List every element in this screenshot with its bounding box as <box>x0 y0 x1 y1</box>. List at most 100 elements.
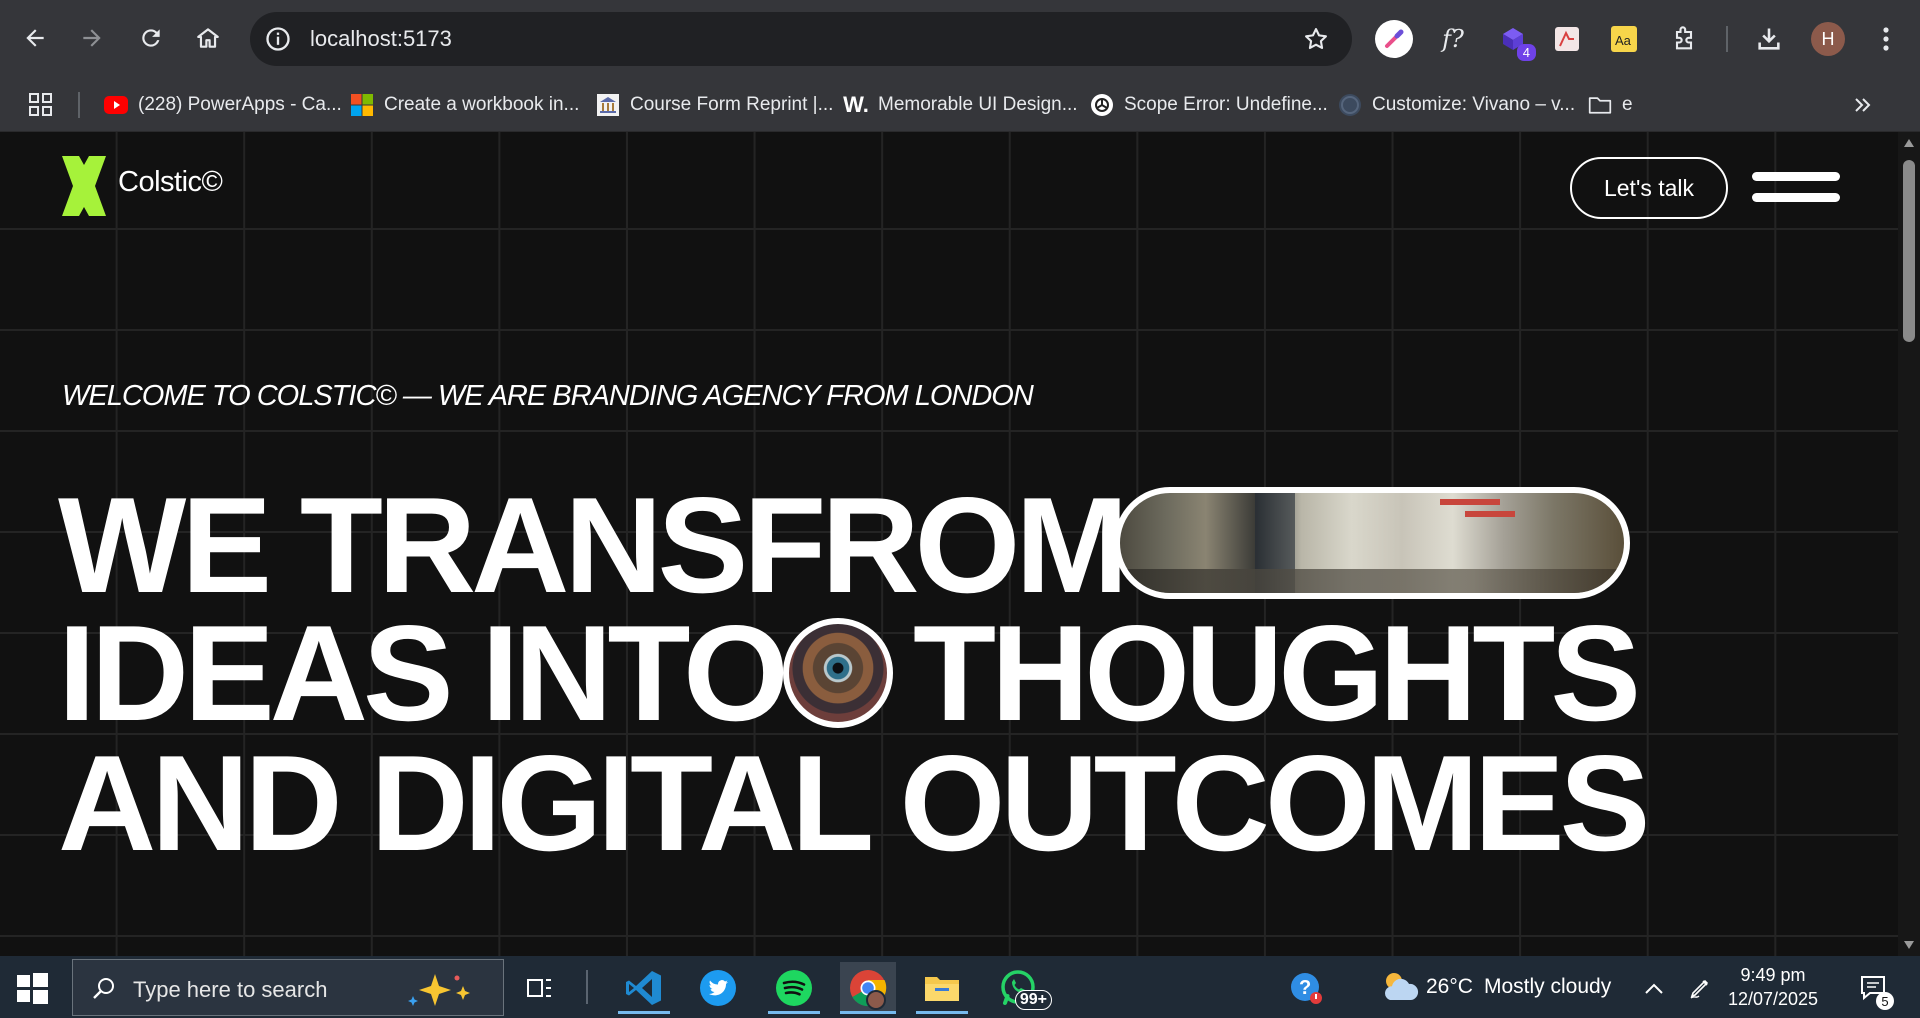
home-button[interactable] <box>190 20 226 56</box>
file-explorer-taskbar-button[interactable] <box>914 962 970 1014</box>
forward-button[interactable] <box>74 20 110 56</box>
hero-line-2a: IDEAS INTO <box>58 597 789 749</box>
task-view-button[interactable] <box>512 962 568 1014</box>
vscode-icon <box>626 971 661 1005</box>
hero-line-2b: THOUGHTS <box>913 597 1641 749</box>
bookmark-workbook[interactable]: Create a workbook in... <box>350 78 579 132</box>
chrome-taskbar-button[interactable] <box>840 962 896 1014</box>
profile-button[interactable]: H <box>1808 19 1848 59</box>
bookmark-label: Scope Error: Undefine... <box>1124 94 1328 115</box>
bookmark-scope-error[interactable]: Scope Error: Undefine... <box>1090 78 1328 132</box>
file-explorer-icon <box>925 977 959 1001</box>
notifications-button[interactable]: 5 <box>1850 962 1898 1014</box>
scroll-down-icon[interactable] <box>1903 940 1915 950</box>
bookmark-label: Course Form Reprint |... <box>630 94 834 115</box>
puzzle-icon <box>1675 26 1693 50</box>
hero-line-1: WE TRANSFROM <box>58 469 1129 621</box>
dictionary-icon: Aa <box>1611 26 1637 52</box>
taskbar-divider <box>586 970 588 1004</box>
colstic-logo-icon[interactable] <box>62 156 106 216</box>
bookmark-ui-design[interactable]: W. Memorable UI Design... <box>843 78 1078 132</box>
reload-icon <box>142 29 160 47</box>
svg-text:Aa: Aa <box>1615 33 1632 48</box>
font-question-icon: f? <box>1442 25 1464 53</box>
windows-taskbar: Type here to search 99+ ? 26°C Mostly cl… <box>0 956 1920 1018</box>
chrome-menu-button[interactable] <box>1866 19 1906 59</box>
download-icon <box>1758 28 1780 50</box>
bookmark-label: Memorable UI Design... <box>878 94 1078 115</box>
clock-time: 9:49 pm <box>1740 965 1806 985</box>
address-bar[interactable]: localhost:5173 <box>250 12 1352 66</box>
spotify-taskbar-button[interactable] <box>766 962 822 1014</box>
scroll-up-icon[interactable] <box>1903 138 1915 148</box>
reload-button[interactable] <box>133 20 169 56</box>
site-info-icon[interactable] <box>264 25 292 53</box>
avatar: H <box>1811 22 1845 56</box>
search-icon <box>93 978 114 999</box>
microsoft-icon <box>350 93 374 117</box>
whatsapp-badge: 99+ <box>1014 990 1052 1010</box>
cube-extension[interactable]: 4 <box>1494 19 1536 61</box>
weather-temp[interactable]: 26°C <box>1426 975 1473 999</box>
logo-text[interactable]: Colstic© <box>118 166 223 199</box>
apps-button[interactable] <box>28 78 54 132</box>
hero-train-image <box>1114 487 1630 599</box>
double-chevron-icon <box>1855 98 1871 112</box>
vscode-taskbar-button[interactable] <box>616 962 672 1014</box>
bookmark-label: Customize: Vivano – v... <box>1372 94 1576 115</box>
hero-eye-image <box>783 618 893 728</box>
partly-cloudy-icon <box>1385 973 1419 1000</box>
weather-desc[interactable]: Mostly cloudy <box>1484 975 1611 999</box>
bookmark-course-form[interactable]: Course Form Reprint |... <box>596 78 833 132</box>
windows-start-icon[interactable] <box>14 970 50 1006</box>
back-button[interactable] <box>17 20 53 56</box>
url-text[interactable]: localhost:5173 <box>310 26 452 52</box>
downloads-button[interactable] <box>1749 19 1789 59</box>
scroll-thumb[interactable] <box>1903 160 1915 342</box>
image-detail <box>1120 569 1624 593</box>
webpage: Colstic© Let's talk WELCOME TO COLSTIC© … <box>0 132 1898 956</box>
bookmark-powerapps[interactable]: (228) PowerApps - Ca... <box>104 78 342 132</box>
help-button[interactable]: ? <box>1278 962 1334 1014</box>
page-scrollbar[interactable] <box>1898 132 1920 956</box>
taskbar-search-box[interactable]: Type here to search <box>72 959 504 1016</box>
home-icon <box>197 28 219 48</box>
color-picker-extension[interactable] <box>1374 19 1414 59</box>
menu-bar-top <box>1752 172 1840 181</box>
fonts-extension[interactable]: f? <box>1433 19 1473 59</box>
forward-arrow-icon <box>83 29 101 47</box>
weather-widget-icon-button[interactable] <box>1372 962 1428 1014</box>
bookmark-customize-vivano[interactable]: Customize: Vivano – v... <box>1338 78 1575 132</box>
hero-line-3: AND DIGITAL OUTCOMES <box>58 727 1650 879</box>
browser-toolbar: localhost:5173 f? 4 Aa H <box>0 0 1920 78</box>
kebab-menu-icon <box>1883 27 1889 51</box>
pen-tray-button[interactable] <box>1678 962 1722 1014</box>
bookmark-folder-e[interactable]: e <box>1588 78 1633 132</box>
spotify-icon <box>776 970 812 1006</box>
whatsapp-taskbar-button[interactable]: 99+ <box>990 962 1052 1014</box>
avatar-initial: H <box>1821 28 1835 49</box>
bookmark-label: (228) PowerApps - Ca... <box>138 94 342 115</box>
chrome-profile-badge <box>866 990 886 1010</box>
image-detail <box>1465 511 1515 517</box>
show-hidden-icons-button[interactable] <box>1632 962 1676 1014</box>
chevron-up-icon <box>1645 983 1663 994</box>
pdf-extension[interactable] <box>1547 19 1587 59</box>
hamburger-menu-button[interactable] <box>1752 172 1840 206</box>
bookmark-label: Create a workbook in... <box>384 94 580 115</box>
twitter-taskbar-button[interactable] <box>690 962 746 1014</box>
bookmark-label: e <box>1622 94 1633 115</box>
back-arrow-icon <box>26 29 44 47</box>
bookmark-star-icon[interactable] <box>1302 25 1330 53</box>
clock-date: 12/07/2025 <box>1727 989 1819 1009</box>
lets-talk-button[interactable]: Let's talk <box>1570 157 1728 219</box>
youtube-icon <box>104 93 128 117</box>
extensions-button[interactable] <box>1664 19 1704 59</box>
more-bookmarks-button[interactable] <box>1852 78 1874 132</box>
bookmarks-bar: (228) PowerApps - Ca... Create a workboo… <box>0 78 1920 132</box>
dictionary-extension[interactable]: Aa <box>1604 19 1644 59</box>
folder-icon <box>1588 93 1612 117</box>
system-clock[interactable]: 9:49 pm 12/07/2025 <box>1718 963 1828 1011</box>
bookmarks-divider <box>78 92 80 118</box>
search-placeholder: Type here to search <box>133 977 328 1002</box>
